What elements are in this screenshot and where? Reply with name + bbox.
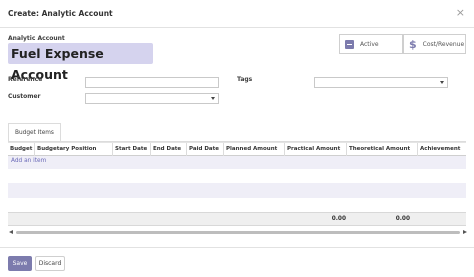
discard-button[interactable]: Discard: [35, 256, 65, 271]
reference-label: Reference: [8, 76, 43, 83]
customer-select[interactable]: [85, 93, 219, 104]
add-item-row: Add an item: [8, 156, 466, 169]
table-footer: 0.00 0.00: [8, 212, 466, 226]
table-header: Budget Budgetary Position Start Date End…: [8, 142, 466, 156]
name-field[interactable]: Fuel Expense Account: [8, 43, 153, 82]
dialog-header: Create: Analytic Account ×: [0, 0, 474, 28]
horizontal-scrollbar[interactable]: [8, 229, 468, 236]
active-toggle-button[interactable]: Active: [339, 34, 403, 54]
scroll-left-icon[interactable]: [9, 230, 13, 234]
archive-icon: [345, 39, 354, 49]
name-label: Analytic Account: [8, 35, 65, 42]
save-button[interactable]: Save: [8, 256, 32, 271]
column-header[interactable]: Practical Amount: [285, 143, 347, 156]
tags-select[interactable]: [314, 77, 448, 88]
add-item-link[interactable]: Add an item: [11, 158, 46, 164]
chevron-down-icon: [440, 81, 444, 84]
cost-revenue-label: Cost/Revenue: [422, 40, 465, 48]
column-header[interactable]: Theoretical Amount: [347, 143, 418, 156]
tags-label: Tags: [237, 76, 253, 83]
column-header[interactable]: End Date: [151, 143, 187, 156]
column-header[interactable]: Achievement: [418, 143, 466, 156]
footer-divider: [0, 247, 474, 248]
column-header[interactable]: Start Date: [113, 143, 151, 156]
theoretical-total: 0.00: [395, 216, 410, 222]
dollar-icon: $: [409, 37, 417, 51]
column-header[interactable]: Budgetary Position: [35, 143, 113, 156]
table-row: [8, 183, 466, 198]
column-header[interactable]: Planned Amount: [224, 143, 285, 156]
tab-budget-items[interactable]: Budget Items: [8, 123, 61, 142]
cost-revenue-button[interactable]: $ Cost/Revenue: [403, 34, 466, 54]
scrollbar-thumb[interactable]: [16, 231, 460, 234]
column-header[interactable]: Budget: [8, 143, 35, 156]
reference-input[interactable]: [85, 77, 219, 88]
practical-total: 0.00: [331, 216, 346, 222]
active-label: Active: [360, 40, 379, 48]
scroll-right-icon[interactable]: [463, 230, 467, 234]
dialog-title: Create: Analytic Account: [8, 9, 113, 18]
close-icon[interactable]: ×: [456, 6, 465, 19]
chevron-down-icon: [211, 97, 215, 100]
customer-label: Customer: [8, 93, 41, 100]
column-header[interactable]: Paid Date: [187, 143, 224, 156]
